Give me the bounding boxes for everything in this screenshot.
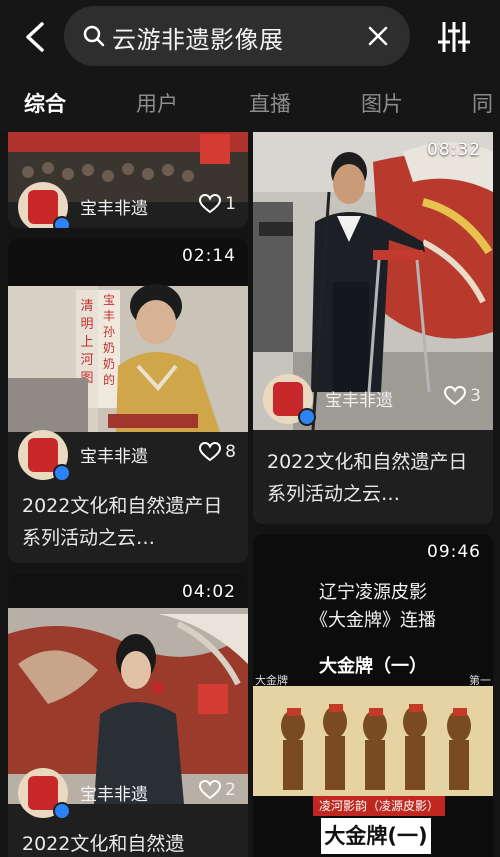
like-count: 2 bbox=[225, 780, 236, 800]
svg-text:明: 明 bbox=[80, 317, 93, 332]
svg-text:孙: 孙 bbox=[103, 325, 115, 339]
verified-icon bbox=[298, 408, 316, 426]
heart-icon bbox=[199, 194, 222, 214]
tab-bar: 综合 用户 直播 图片 同 bbox=[0, 78, 500, 132]
verified-icon bbox=[53, 802, 71, 820]
heart-icon bbox=[444, 386, 467, 406]
svg-text:奶: 奶 bbox=[103, 341, 115, 355]
author-name[interactable]: 宝丰非遗 bbox=[80, 780, 148, 805]
card-meta: 宝丰非遗 1 bbox=[8, 180, 248, 228]
like-count: 1 bbox=[225, 194, 236, 214]
search-query[interactable]: 云游非遗影像展 bbox=[112, 20, 284, 55]
thumb-caption-line2: 《大金牌》连播 bbox=[310, 610, 436, 631]
svg-text:的: 的 bbox=[103, 372, 115, 387]
svg-text:河: 河 bbox=[80, 353, 93, 368]
top-bar: 云游非遗影像展 bbox=[0, 0, 500, 78]
video-thumbnail: 辽宁凌源皮影 《大金牌》连播 大金牌（一） 大金牌 第一 凌河影韵（凌源皮影） … bbox=[253, 534, 493, 857]
svg-text:奶: 奶 bbox=[103, 357, 115, 371]
video-title[interactable]: 2022文化和自然遗产日系列活动之云… bbox=[22, 490, 236, 556]
thumb-tag: 凌河影韵（凌源皮影） bbox=[313, 796, 446, 816]
video-card[interactable]: 04:02 宝丰非遗 2 2022文化和自然遗 bbox=[8, 574, 248, 857]
tab-users[interactable]: 用户 bbox=[136, 88, 178, 118]
card-meta: 宝丰非遗 8 bbox=[8, 428, 248, 482]
search-bar[interactable]: 云游非遗影像展 bbox=[64, 6, 410, 66]
author-avatar[interactable] bbox=[18, 430, 71, 482]
card-meta: 宝丰非遗 2 bbox=[8, 766, 248, 820]
like-count: 3 bbox=[470, 386, 481, 406]
tab-same[interactable]: 同 bbox=[472, 88, 493, 118]
svg-text:宝: 宝 bbox=[103, 293, 115, 307]
author-name[interactable]: 宝丰非遗 bbox=[80, 442, 148, 467]
likes[interactable]: 3 bbox=[444, 386, 481, 406]
video-duration: 04:02 bbox=[182, 582, 236, 602]
back-arrow-icon[interactable] bbox=[22, 20, 48, 54]
heart-icon bbox=[199, 780, 222, 800]
thumb-caption-line3: 大金牌（一） bbox=[319, 656, 427, 677]
author-avatar[interactable] bbox=[18, 768, 71, 820]
likes[interactable]: 8 bbox=[199, 442, 236, 462]
search-icon bbox=[83, 25, 105, 47]
clear-icon[interactable] bbox=[366, 24, 390, 48]
likes[interactable]: 1 bbox=[199, 194, 236, 214]
video-title[interactable]: 2022文化和自然遗产日系列活动之云… bbox=[267, 446, 481, 512]
verified-icon bbox=[53, 216, 71, 228]
filter-sliders-icon[interactable] bbox=[436, 20, 472, 54]
tab-live[interactable]: 直播 bbox=[249, 88, 291, 118]
author-avatar[interactable] bbox=[18, 182, 71, 228]
video-title[interactable]: 2022文化和自然遗 bbox=[22, 828, 236, 857]
svg-text:上: 上 bbox=[80, 335, 93, 350]
video-duration: 08:32 bbox=[427, 140, 481, 160]
video-duration: 02:14 bbox=[182, 246, 236, 266]
author-name[interactable]: 宝丰非遗 bbox=[80, 194, 148, 219]
tab-comprehensive[interactable]: 综合 bbox=[24, 88, 66, 118]
video-card[interactable]: 宝丰非遗 1 bbox=[8, 132, 248, 228]
author-avatar[interactable] bbox=[263, 374, 316, 426]
video-duration: 09:46 bbox=[427, 542, 481, 562]
video-card[interactable]: 辽宁凌源皮影 《大金牌》连播 大金牌（一） 大金牌 第一 凌河影韵（凌源皮影） … bbox=[253, 534, 493, 857]
svg-text:丰: 丰 bbox=[103, 309, 115, 323]
svg-text:清: 清 bbox=[80, 299, 93, 314]
video-card[interactable]: 08:32 宝丰非遗 3 2022文化和自然遗产日系列活动之云… bbox=[253, 132, 493, 524]
author-name[interactable]: 宝丰非遗 bbox=[325, 386, 393, 411]
video-card[interactable]: 清 明 上 河 图 宝 丰 孙 奶 奶 的 02:14 宝丰非遗 8 2022文… bbox=[8, 238, 248, 563]
verified-icon bbox=[53, 464, 71, 482]
thumb-tag-big: 大金牌(一) bbox=[321, 818, 431, 854]
tab-images[interactable]: 图片 bbox=[361, 88, 403, 118]
video-thumbnail: 清 明 上 河 图 宝 丰 孙 奶 奶 的 02:14 bbox=[8, 238, 248, 432]
likes[interactable]: 2 bbox=[199, 780, 236, 800]
thumb-caption-line1: 辽宁凌源皮影 bbox=[319, 582, 427, 603]
like-count: 8 bbox=[225, 442, 236, 462]
card-meta: 宝丰非遗 3 bbox=[253, 372, 493, 426]
heart-icon bbox=[199, 442, 222, 462]
